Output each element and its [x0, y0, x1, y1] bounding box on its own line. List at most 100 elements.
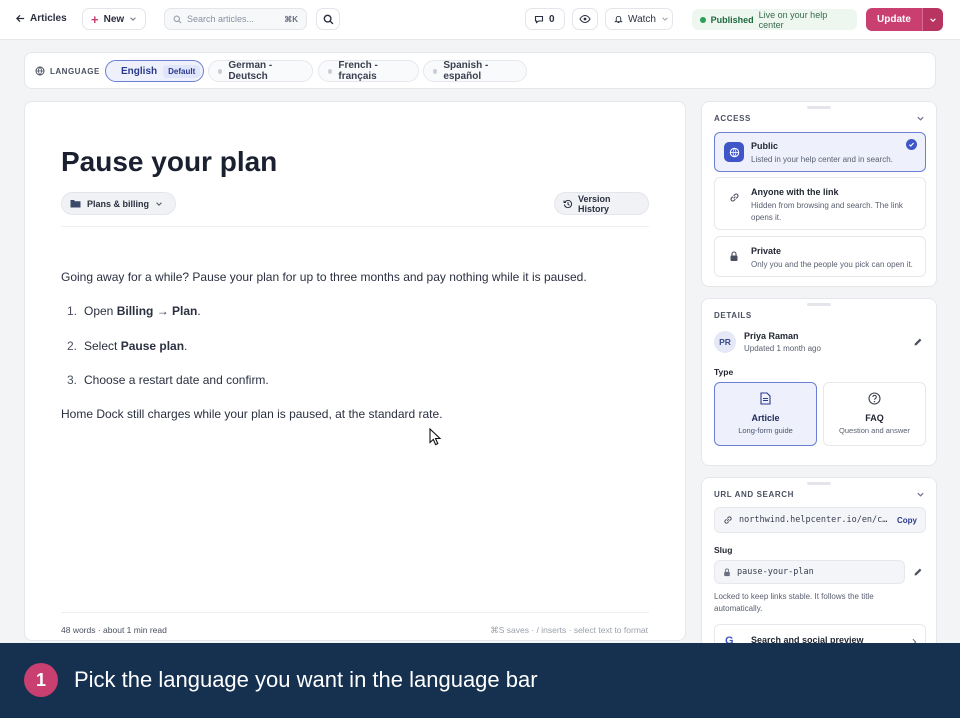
article-note: Home Dock still charges while your plan … [61, 407, 443, 421]
search-button[interactable] [316, 8, 340, 30]
language-bar: LANGUAGE English Default German - Deutsc… [24, 52, 936, 89]
folder-icon [70, 199, 81, 208]
search-preview-row[interactable]: G Search and social preview [714, 624, 926, 643]
editor-hint: ⌘S saves · / inserts · select text to fo… [490, 625, 648, 635]
list-item: 2. Select Pause plan. [67, 339, 651, 374]
url-text: northwind.helpcenter.io/en/c… [739, 515, 888, 525]
chevron-down-icon [129, 15, 137, 23]
option-description: Listed in your help center and in search… [751, 155, 893, 164]
comment-icon [534, 14, 544, 24]
language-tab-spanish[interactable]: Spanish - español [423, 60, 527, 82]
language-dot [218, 68, 223, 74]
plus-icon: + [91, 11, 99, 27]
copy-button[interactable]: Copy [897, 516, 917, 525]
language-name: German - Deutsch [228, 60, 273, 82]
type-description: Long-form guide [738, 426, 793, 435]
option-description: Hidden from browsing and search. The lin… [751, 201, 903, 222]
slug-label: Slug [714, 545, 733, 555]
option-description: Only you and the people you pick can ope… [751, 260, 913, 269]
chevron-down-icon [929, 16, 937, 24]
drag-handle[interactable] [807, 303, 831, 306]
preview-label: Search and social preview [751, 635, 864, 643]
update-menu-button[interactable] [922, 8, 943, 31]
arrow-left-icon [16, 14, 25, 23]
step-number: 2. [67, 338, 78, 353]
language-label-text: LANGUAGE [50, 66, 100, 76]
document-icon [759, 392, 772, 405]
question-icon [868, 392, 881, 405]
watch-button[interactable]: Watch [605, 8, 673, 30]
new-button[interactable]: + New [82, 8, 146, 30]
category-label: Plans & billing [87, 198, 150, 209]
url-field[interactable]: northwind.helpcenter.io/en/c… Copy [714, 507, 926, 533]
word-count: 48 words · about 1 min read [61, 625, 167, 635]
top-bar: Articles + New Search articles... ⌘K 0 W… [0, 0, 960, 40]
globe-icon [724, 142, 744, 162]
comments-button[interactable]: 0 [525, 8, 565, 30]
tutorial-caption-bar: 1 Pick the language you want in the lang… [0, 643, 960, 718]
drag-handle[interactable] [807, 482, 831, 485]
access-option-public[interactable]: Public Listed in your help center and in… [714, 132, 926, 172]
updated-time: Updated 1 month ago [744, 344, 821, 353]
option-title: Anyone with the link [751, 187, 839, 197]
status-label: Published [710, 14, 754, 25]
category-select[interactable]: Plans & billing [61, 192, 176, 215]
list-item: 1. Open Billing → Plan. [67, 304, 651, 339]
lock-icon [724, 246, 744, 266]
language-tab-english[interactable]: English Default [105, 60, 204, 82]
back-to-articles-link[interactable]: Articles [16, 13, 67, 24]
step-number: 1. [67, 304, 78, 318]
details-panel: DETAILS PR Priya Raman Updated 1 month a… [701, 298, 937, 466]
new-label: New [103, 13, 125, 25]
step-suffix: . [184, 338, 188, 353]
access-option-link[interactable]: Anyone with the link Hidden from browsin… [714, 177, 926, 230]
access-option-private[interactable]: Private Only you and the people you pick… [714, 236, 926, 277]
article-body[interactable]: Going away for a while? Pause your plan … [61, 270, 651, 421]
author-name: Priya Raman [744, 331, 799, 341]
step-bold: Pause plan [120, 338, 185, 353]
url-search-title: URL AND SEARCH [714, 490, 794, 499]
language-tab-french[interactable]: French - français [318, 60, 419, 82]
article-title[interactable]: Pause your plan [61, 146, 277, 178]
slug-value: pause-your-plan [737, 567, 814, 577]
chevron-down-icon [661, 15, 669, 23]
slug-field[interactable]: pause-your-plan [714, 560, 905, 584]
step-text: Choose a restart date and confirm. [84, 373, 269, 387]
language-name: French - français [338, 60, 378, 82]
access-title: ACCESS [714, 114, 751, 123]
type-title: Article [751, 413, 780, 423]
drag-handle[interactable] [807, 106, 831, 109]
status-badge: Published Live on your help center [692, 9, 857, 30]
type-option-article[interactable]: Article Long-form guide [714, 382, 817, 446]
globe-icon [35, 66, 45, 76]
edit-slug-icon[interactable] [913, 567, 923, 577]
option-title: Public [751, 141, 779, 151]
language-name: Spanish - español [443, 60, 489, 82]
article-intro: Going away for a while? Pause your plan … [61, 270, 587, 284]
eye-icon [579, 14, 591, 24]
search-input[interactable]: Search articles... ⌘K [164, 8, 307, 30]
collapse-icon[interactable] [916, 114, 925, 123]
update-button[interactable]: Update [866, 8, 922, 31]
slug-note: Locked to keep links stable. It follows … [714, 592, 874, 613]
lock-icon [723, 568, 731, 577]
article-editor: Pause your plan Plans & billing Version … [24, 101, 686, 641]
step-number: 3. [67, 373, 78, 387]
mouse-cursor-icon [429, 428, 442, 446]
check-icon [906, 139, 917, 150]
language-dot [433, 68, 438, 74]
language-name: English [121, 65, 158, 77]
url-search-panel: URL AND SEARCH northwind.helpcenter.io/e… [701, 477, 937, 643]
step-instruction: Pick the language you want in the langua… [74, 667, 538, 692]
language-tab-german[interactable]: German - Deutsch [208, 60, 313, 82]
preview-button[interactable] [572, 8, 598, 30]
step-text: Open [84, 304, 117, 318]
type-option-faq[interactable]: FAQ Question and answer [823, 382, 926, 446]
edit-author-icon[interactable] [913, 337, 923, 347]
link-icon [723, 515, 733, 525]
collapse-icon[interactable] [916, 490, 925, 499]
footer-divider [61, 612, 649, 613]
version-history-button[interactable]: Version History [554, 192, 649, 215]
step-suffix: . [197, 304, 201, 318]
default-badge: Default [163, 64, 201, 78]
